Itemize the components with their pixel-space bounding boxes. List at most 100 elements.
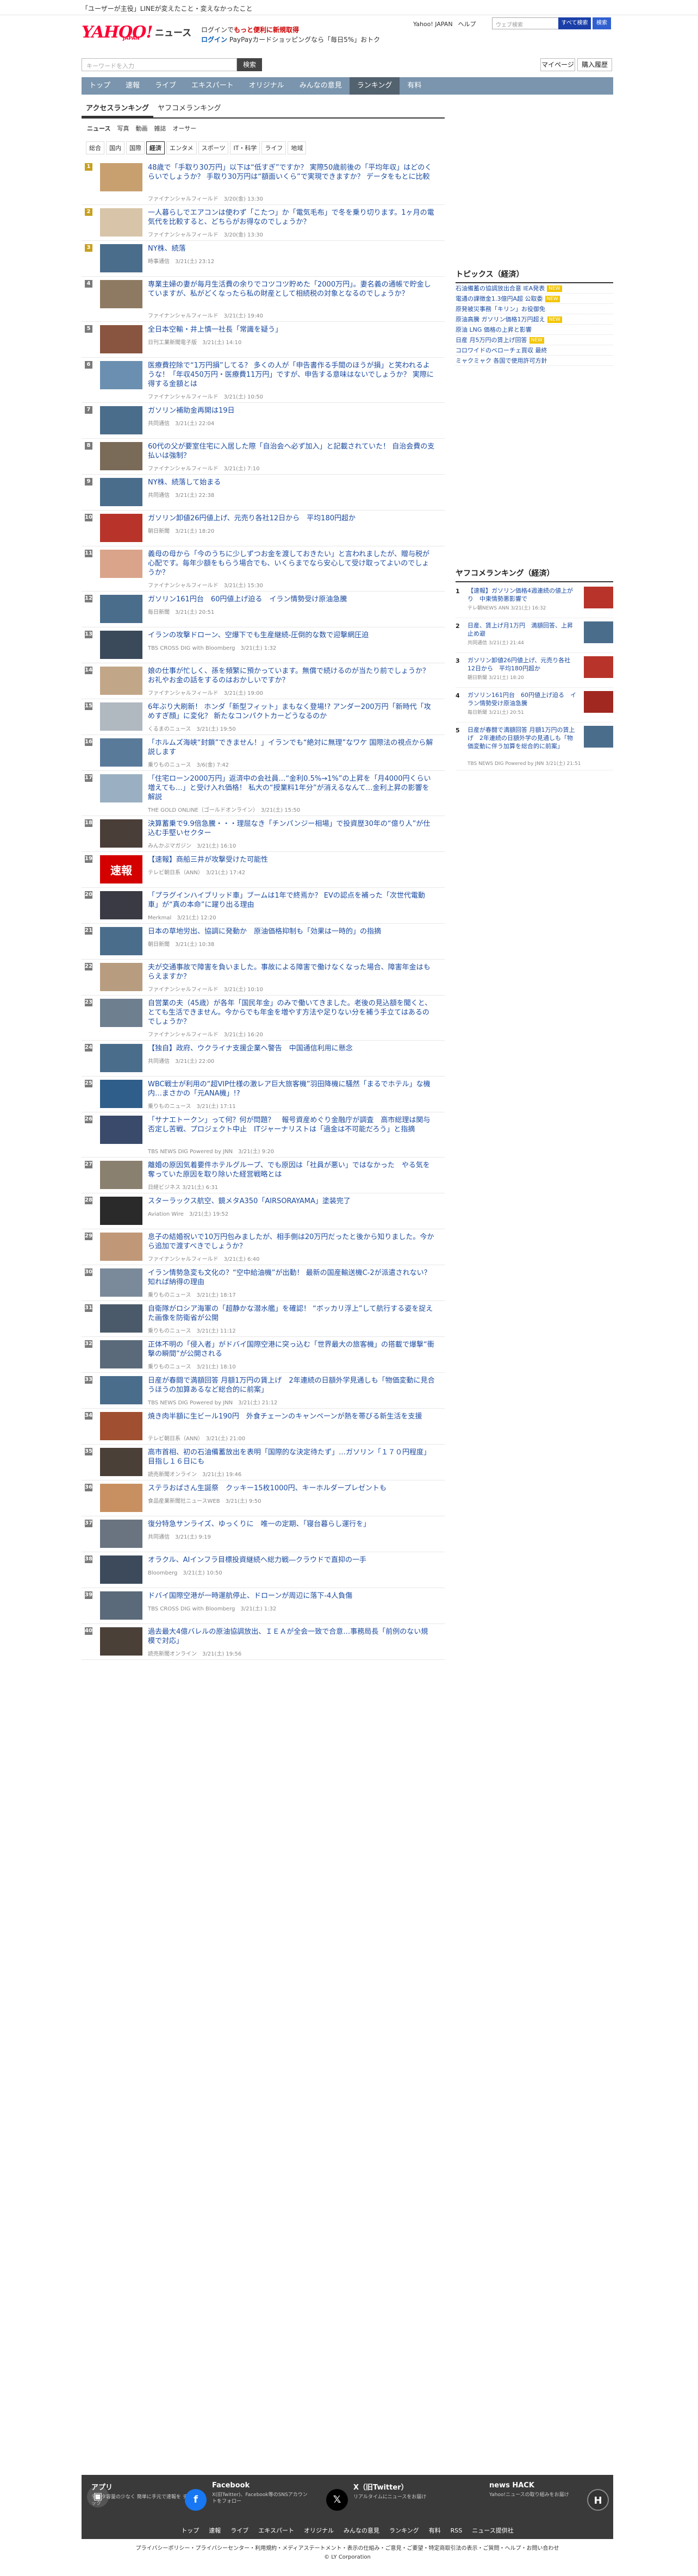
list-item[interactable]: 31 自衛隊がロシア海軍の「超静かな潜水艦」を確認！ “ボッカリ浮上”して航行する… (82, 1301, 445, 1337)
list-item[interactable]: 9 NY株、続落して始まる 共同通信 3/21(土) 22:38 (82, 475, 445, 511)
topic-text[interactable]: 原油高騰 ガソリン価格1万円超え (456, 316, 545, 323)
list-item[interactable]: 38 オラクル、AIインフラ目標投資継続へ総力戦―クラウドで直抑の一手 Bloomb… (82, 1552, 445, 1588)
footer-x[interactable]: X（旧Twitter） リアルタイムにニュースをお届け (353, 2481, 451, 2500)
article-title[interactable]: 自営業の夫（45歳）が各年「国民年金」のみで働いてきました。老後の見込額を聞くと… (148, 999, 435, 1026)
type-filter-1[interactable]: 写真 (117, 124, 129, 133)
topic-link[interactable]: 原油 LNG 価格の上昇と影響 (456, 325, 613, 335)
list-item[interactable]: 12 ガソリン161円台 60円値上げ迫る イラン情勢受け原油急騰 毎日新聞 3/2… (82, 592, 445, 627)
list-item[interactable]: 18 決算蓄乗で9.9倍急騰・・・理屈なき「チンパンジー相場」で投資歴30年の“億… (82, 816, 445, 852)
list-item[interactable]: 23 自営業の夫（45歳）が各年「国民年金」のみで働いてきました。老後の見込額を聞… (82, 995, 445, 1041)
topic-text[interactable]: 日産 月5万円の賃上げ回答 (456, 337, 527, 344)
list-item[interactable]: 6 医療費控除で“1万円損”してる？ 多くの人が「申告書作る手間のほうが損」と笑わ… (82, 358, 445, 403)
category-6[interactable]: IT・科学 (230, 141, 260, 154)
list-item[interactable]: 19 速報 【速報】商船三井が攻撃受けた可能性 テレビ朝日系（ANN） 3/21(土)… (82, 852, 445, 888)
category-7[interactable]: ライフ (261, 141, 286, 154)
yafukome-item[interactable]: 3 ガソリン卸値26円値上げ、元売り各社12日から 平均180円超か 朝日新聞 3/… (456, 656, 613, 688)
article-title[interactable]: イランの攻撃ドローン、空爆下でも生産継続-圧倒的な数で迎撃網圧迫 (148, 631, 435, 640)
topic-text[interactable]: コロワイドのベローチェ買収 最終 (456, 347, 547, 354)
article-thumbnail[interactable] (100, 963, 142, 991)
yafukome-title[interactable]: 【速報】ガソリン価格4週連続の値上がり 中東情勢悪影響で (468, 587, 576, 603)
list-item[interactable]: 37 復分特急サンライズ、ゆっくりに 唯一の定期、「寝台暮らし運行を」 共同通信 3… (82, 1516, 445, 1552)
topic-link[interactable]: 原発被災事務「キリン」お役御免 (456, 304, 613, 314)
list-item[interactable]: 30 イラン情勢急変も文化の？“空中給油機”が出動！ 最新の国産輸送機C-2が派遣… (82, 1265, 445, 1301)
article-thumbnail[interactable] (100, 1376, 142, 1404)
article-title[interactable]: 自衛隊がロシア海軍の「超静かな潜水艦」を確認！ “ボッカリ浮上”して航行する姿を… (148, 1304, 435, 1323)
article-title[interactable]: 「住宅ローン2000万円」返済中の会社員…“金利0.5%→1%”の上昇を「月40… (148, 774, 435, 802)
article-thumbnail[interactable] (100, 819, 142, 848)
category-4[interactable]: エンタメ (166, 141, 197, 154)
list-item[interactable]: 1 48歳で「手取り30万円」以下は“低すぎ”ですか？ 実際50歳前後の「平均年収… (82, 160, 445, 205)
article-title[interactable]: 6年ぶり大刷新！ ホンダ「新型フィット」まもなく登場!? アンダー200万円「新… (148, 702, 435, 721)
list-item[interactable]: 17 「住宅ローン2000万円」返済中の会社員…“金利0.5%→1%”の上昇を「月… (82, 771, 445, 816)
article-thumbnail[interactable] (100, 442, 142, 470)
yafukome-title[interactable]: ガソリン卸値26円値上げ、元売り各社12日から 平均180円超か (468, 656, 576, 673)
category-0[interactable]: 総合 (86, 141, 104, 154)
article-title[interactable]: ガソリン161円台 60円値上げ迫る イラン情勢受け原油急騰 (148, 595, 435, 604)
article-thumbnail[interactable] (100, 1233, 142, 1261)
facebook-icon[interactable]: f (185, 2489, 207, 2511)
footer-nav-item-6[interactable]: ランキング (389, 2527, 419, 2534)
article-title[interactable]: 全日本空輸・井上慎一社長「常識を疑う」 (148, 325, 435, 334)
list-item[interactable]: 16 「ホルムズ海峡“封鎖”できません！」イランでも“絶対に無理”なワケ 国際法の… (82, 735, 445, 771)
promo-line-2[interactable]: ログイン PayPayカードショッピングなら「毎日5%」おトク (201, 35, 380, 44)
list-item[interactable]: 26 「サナエトークン」って何？何が問題？ 報号資産めぐり金融庁が調査 高市総理は… (82, 1112, 445, 1158)
article-thumbnail[interactable] (100, 667, 142, 695)
article-thumbnail[interactable] (100, 163, 142, 191)
topic-link[interactable]: 石油備蓄の協調放出合意 IEA発表 NEW (456, 283, 613, 294)
yafukome-thumbnail[interactable] (584, 726, 613, 748)
mypage-button[interactable]: マイページ (540, 58, 575, 71)
topic-text[interactable]: 電通の課徴金1.3億円A超 公取委 (456, 295, 543, 302)
nav-item-2[interactable]: ライブ (147, 77, 184, 95)
yahoo-japan-link[interactable]: Yahoo! JAPAN (413, 21, 453, 28)
topic-text[interactable]: 原発被災事務「キリン」お役御免 (456, 306, 545, 313)
article-thumbnail[interactable] (100, 595, 142, 623)
article-thumbnail[interactable] (100, 1484, 142, 1512)
yafukome-title[interactable]: ガソリン161円台 60円値上げ迫る イラン情勢受け原油急騰 (468, 691, 576, 707)
footer-facebook[interactable]: Facebook X(旧Twitter)、Facebook等のSNSアカウントをフ… (212, 2481, 310, 2505)
list-item[interactable]: 32 正体不明の「侵入者」がドバイ国際空港に突っ込む「世界最大の旅客機」の搭載で爆… (82, 1337, 445, 1373)
article-title[interactable]: ドバイ国際空港が一時運航停止、ドローンが周辺に落下-4人負傷 (148, 1591, 435, 1601)
category-8[interactable]: 地域 (288, 141, 307, 154)
article-title[interactable]: 息子の結婚祝いで10万円包みましたが、相手側は20万円だったと後から知りました。… (148, 1233, 435, 1251)
article-thumbnail[interactable] (100, 244, 142, 272)
yafukome-item[interactable]: 4 ガソリン161円台 60円値上げ迫る イラン情勢受け原油急騰 毎日新聞 3/21… (456, 691, 613, 723)
article-title[interactable]: NY株、続落して始まる (148, 478, 435, 487)
list-item[interactable]: 15 6年ぶり大刷新！ ホンダ「新型フィット」まもなく登場!? アンダー200万円… (82, 699, 445, 735)
yafukome-title[interactable]: 日産が春闘で満額回答 月額1万円の賃上げ 2年連続の日額外学の見通しも「物価変動… (468, 726, 576, 750)
article-thumbnail[interactable] (100, 361, 142, 389)
footer-news-hack[interactable]: news HACK Yahoo!ニュースの取り組みをお届け (489, 2481, 582, 2498)
article-thumbnail[interactable] (100, 1555, 142, 1584)
tab-0[interactable]: アクセスランキング (82, 100, 153, 117)
notice-text[interactable]: 「ユーザーが主役」LINEが変えたこと・変えなかったこと (82, 4, 253, 13)
footer-nav-item-0[interactable]: トップ (181, 2527, 199, 2534)
list-item[interactable]: 4 専業主婦の妻が毎月生活費の余りでコツコツ貯めた「2000万円」。妻名義の通帳で… (82, 277, 445, 322)
article-thumbnail[interactable] (100, 1161, 142, 1189)
article-title[interactable]: 正体不明の「侵入者」がドバイ国際空港に突っ込む「世界最大の旅客機」の搭載で爆撃“… (148, 1340, 435, 1359)
web-search-button[interactable]: すべて検索 (558, 17, 591, 29)
article-thumbnail[interactable]: 速報 (100, 855, 142, 883)
list-item[interactable]: 10 ガソリン卸値26円値上げ、元売り各社12日から 平均180円超か 朝日新聞 3… (82, 511, 445, 546)
article-thumbnail[interactable] (100, 774, 142, 802)
list-item[interactable]: 2 一人暮らしでエアコンは使わず「こたつ」か「電気毛布」で冬を乗り切ります。1ヶ月… (82, 205, 445, 241)
list-item[interactable]: 34 焼き肉半額に生ビール190円 外食チェーンのキャンペーンが熱を帯びる新生活を… (82, 1409, 445, 1445)
type-filter-0[interactable]: ニュース (87, 124, 110, 133)
article-title[interactable]: 「ホルムズ海峡“封鎖”できません！」イランでも“絶対に無理”なワケ 国際法の視点… (148, 738, 435, 757)
article-title[interactable]: 娘の仕事が忙しく、孫を頻繁に預かっています。無償で続けるのが当たり前でしょうか？… (148, 667, 435, 685)
article-thumbnail[interactable] (100, 1340, 142, 1368)
topic-text[interactable]: 石油備蓄の協調放出合意 IEA発表 (456, 285, 545, 292)
article-thumbnail[interactable] (100, 738, 142, 767)
topic-link[interactable]: 日産 月5万円の賃上げ回答 NEW (456, 335, 613, 345)
list-item[interactable]: 21 日本の草地労出、協調に発動か 原油価格抑制も「効果は一時的」の指摘 朝日新聞 … (82, 924, 445, 960)
list-item[interactable]: 8 60代の父が要室住宅に入居した際「自治会へ必ず加入」と記載されていた！ 自治会… (82, 439, 445, 475)
list-item[interactable]: 39 ドバイ国際空港が一時運航停止、ドローンが周辺に落下-4人負傷 TBS CROS… (82, 1588, 445, 1624)
footer-links[interactable]: プライバシーポリシー・プライバシーセンター・利用規約・メディアステートメント・表… (82, 2543, 613, 2552)
article-thumbnail[interactable] (100, 208, 142, 237)
article-thumbnail[interactable] (100, 1591, 142, 1620)
article-title[interactable]: NY株、続落 (148, 244, 435, 253)
search-button[interactable]: 検索 (593, 17, 611, 29)
article-title[interactable]: 決算蓄乗で9.9倍急騰・・・理屈なき「チンパンジー相場」で投資歴30年の“億り人… (148, 819, 435, 838)
list-item[interactable]: 14 娘の仕事が忙しく、孫を頻繁に預かっています。無償で続けるのが当たり前でしょう… (82, 663, 445, 699)
list-item[interactable]: 3 NY株、続落 時事通信 3/21(土) 23:12 (82, 241, 445, 277)
list-item[interactable]: 25 WBC戦士が利用の“超VIP仕様の激レア巨大旅客機”羽田降機に騒然「まるでホ… (82, 1077, 445, 1112)
article-title[interactable]: ガソリン補助金再開は19日 (148, 406, 435, 415)
